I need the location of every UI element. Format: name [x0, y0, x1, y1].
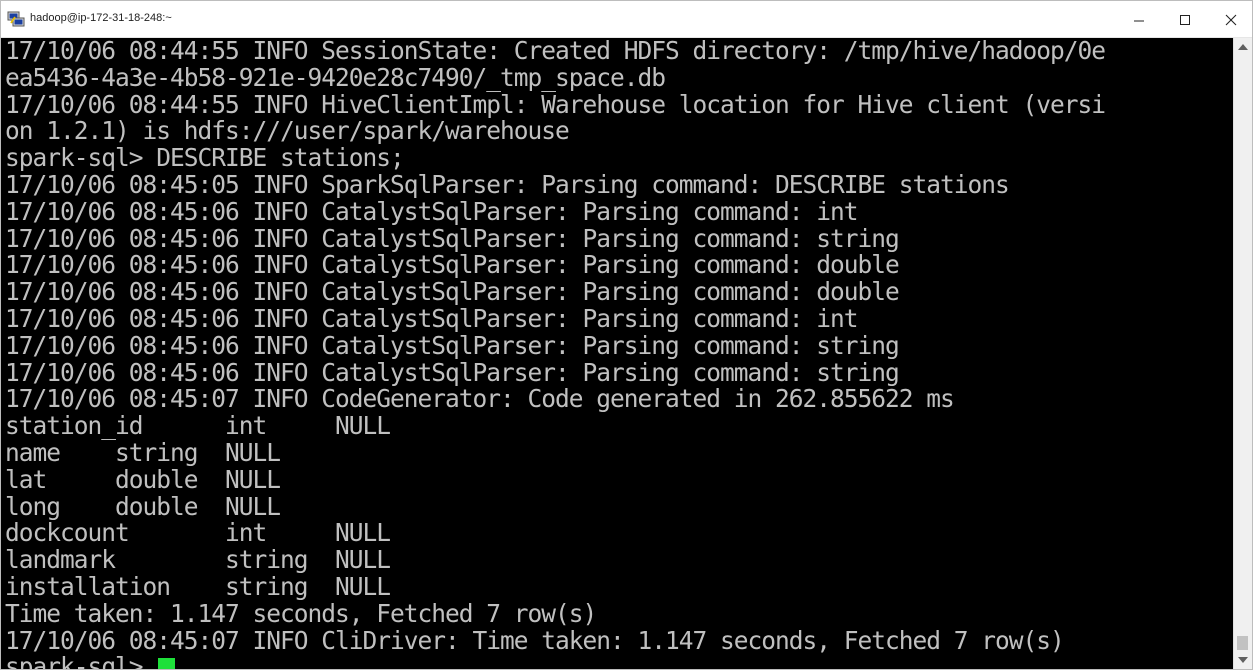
terminal-line: 17/10/06 08:44:55 INFO SessionState: Cre…	[5, 38, 1106, 65]
maximize-icon	[1180, 15, 1190, 25]
terminal-line: ea5436-4a3e-4b58-921e-9420e28c7490/_tmp_…	[5, 62, 666, 92]
prompt-text: spark-sql>	[5, 652, 157, 670]
terminal-line: 17/10/06 08:44:55 INFO HiveClientImpl: W…	[5, 89, 1106, 119]
terminal-line: 17/10/06 08:45:06 INFO CatalystSqlParser…	[5, 196, 859, 226]
title-bar[interactable]: hadoop@ip-172-31-18-248:~	[1, 1, 1252, 38]
scroll-thumb[interactable]	[1237, 636, 1248, 650]
terminal-output[interactable]: 17/10/06 08:44:55 INFO SessionState: Cre…	[1, 38, 1233, 670]
terminal-line: name string NULL	[5, 437, 281, 467]
terminal-line: 17/10/06 08:45:06 INFO CatalystSqlParser…	[5, 250, 900, 280]
terminal-line: 17/10/06 08:45:07 INFO CliDriver: Time t…	[5, 625, 1065, 655]
terminal-line: station_id int NULL	[5, 411, 391, 441]
terminal-line: 17/10/06 08:45:06 INFO CatalystSqlParser…	[5, 330, 900, 360]
terminal-line: long double NULL	[5, 491, 281, 521]
minimize-icon	[1134, 20, 1144, 22]
terminal-line: 17/10/06 08:45:06 INFO CatalystSqlParser…	[5, 223, 900, 253]
terminal-line: 17/10/06 08:45:06 INFO CatalystSqlParser…	[5, 277, 900, 307]
terminal-line: 17/10/06 08:45:06 INFO CatalystSqlParser…	[5, 303, 859, 333]
putty-icon	[7, 11, 25, 27]
terminal-line: spark-sql> DESCRIBE stations;	[5, 143, 405, 173]
terminal-line: 17/10/06 08:45:06 INFO CatalystSqlParser…	[5, 357, 900, 387]
minimize-button[interactable]	[1116, 1, 1162, 38]
terminal-line: installation string NULL	[5, 571, 391, 601]
terminal-line: 17/10/06 08:45:07 INFO CodeGenerator: Co…	[5, 384, 955, 414]
terminal-window: hadoop@ip-172-31-18-248:~ 17/10/06 08:44…	[0, 0, 1253, 670]
scroll-down-arrow[interactable]	[1238, 657, 1248, 663]
maximize-button[interactable]	[1162, 1, 1208, 38]
terminal-lines: 17/10/06 08:44:55 INFO SessionState: Cre…	[5, 38, 1106, 670]
terminal-line: 17/10/06 08:45:05 INFO SparkSqlParser: P…	[5, 169, 1010, 199]
window-title: hadoop@ip-172-31-18-248:~	[30, 12, 172, 24]
terminal-line: landmark string NULL	[5, 545, 391, 575]
terminal-line: dockcount int NULL	[5, 518, 391, 548]
prompt-line[interactable]: spark-sql>	[5, 652, 1105, 670]
close-button[interactable]	[1208, 1, 1252, 38]
terminal-line: Time taken: 1.147 seconds, Fetched 7 row…	[5, 598, 597, 628]
terminal-line: on 1.2.1) is hdfs:///user/spark/warehous…	[5, 116, 570, 146]
scroll-up-arrow[interactable]	[1238, 44, 1248, 50]
cursor	[158, 658, 176, 669]
terminal-line: lat double NULL	[5, 464, 281, 494]
vertical-scrollbar[interactable]	[1233, 38, 1252, 669]
close-icon	[1225, 14, 1237, 26]
